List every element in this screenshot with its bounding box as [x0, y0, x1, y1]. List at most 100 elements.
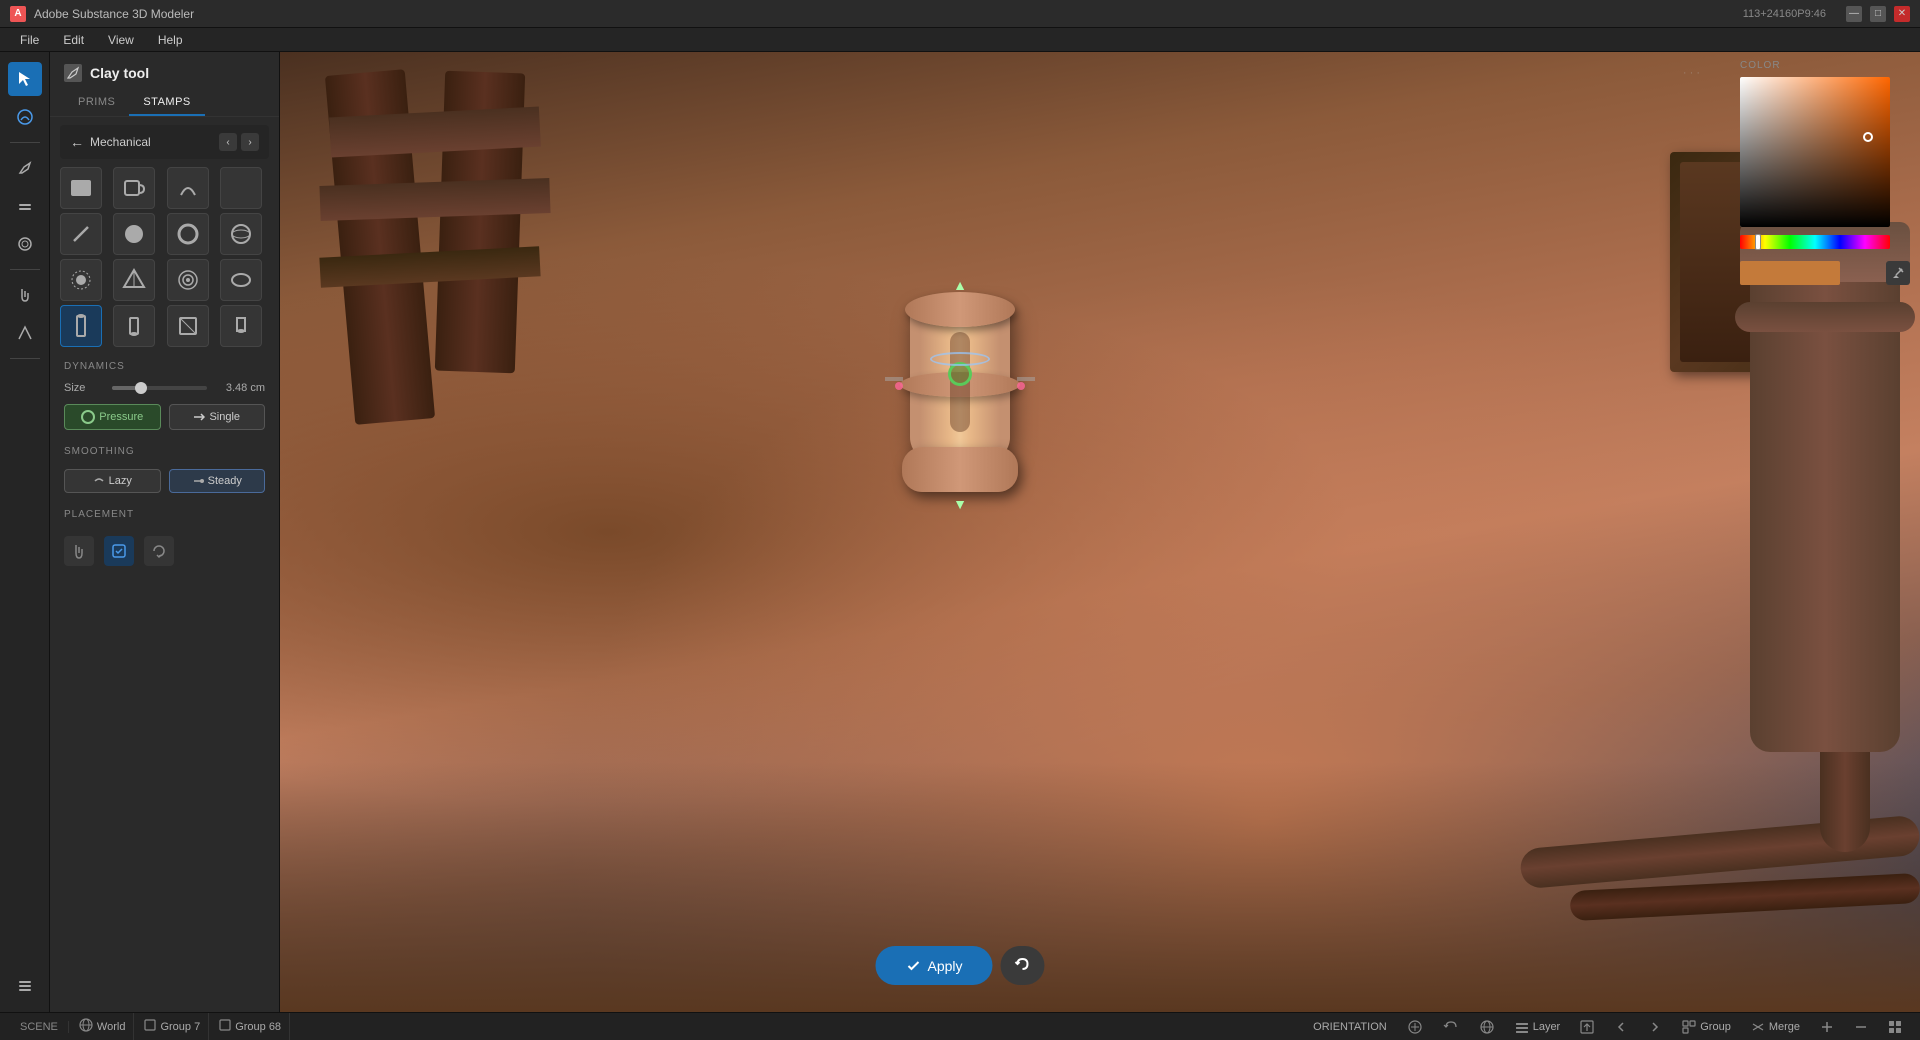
menubar: File Edit View Help — [0, 28, 1920, 52]
placement-header: PLACEMENT — [50, 499, 279, 526]
add-btn[interactable] — [1812, 1020, 1842, 1034]
pressure-button[interactable]: Pressure — [64, 404, 161, 430]
tool-clay[interactable] — [8, 100, 42, 134]
size-value: 3.48 cm — [215, 382, 265, 394]
menu-view[interactable]: View — [96, 28, 146, 51]
stamp-sphere[interactable] — [220, 213, 262, 255]
stamp-cone[interactable] — [220, 305, 262, 347]
stamp-target[interactable] — [167, 259, 209, 301]
world-view-btn[interactable] — [1471, 1019, 1503, 1035]
size-slider[interactable] — [112, 386, 207, 390]
color-panel: COLOR — [1740, 60, 1910, 285]
color-gradient-area[interactable] — [1740, 77, 1890, 227]
lazy-icon — [93, 475, 105, 487]
stamp-curve[interactable] — [167, 167, 209, 209]
color-cursor[interactable] — [1863, 132, 1873, 142]
lazy-button[interactable]: Lazy — [64, 469, 161, 493]
group-label: Group — [1700, 1021, 1731, 1033]
merge-btn[interactable]: Merge — [1743, 1020, 1808, 1034]
stamp-rect-outline[interactable] — [167, 305, 209, 347]
hue-cursor[interactable] — [1755, 234, 1761, 250]
layer-btn[interactable]: Layer — [1507, 1020, 1569, 1034]
stamp-crescent[interactable] — [220, 167, 262, 209]
undo-button[interactable] — [1001, 946, 1045, 985]
menu-edit[interactable]: Edit — [51, 28, 96, 51]
statusbar: SCENE World Group 7 Group 68 ORIENTATION — [0, 1012, 1920, 1040]
stamp-oval[interactable] — [220, 259, 262, 301]
tool-smooth[interactable] — [8, 227, 42, 261]
smoothing-buttons: Lazy Steady — [50, 463, 279, 499]
tool-paint[interactable] — [8, 151, 42, 185]
titlebar: A Adobe Substance 3D Modeler 113+24160P9… — [0, 0, 1920, 28]
scene-wood-left — [280, 52, 680, 452]
left-toolbar — [0, 52, 50, 1012]
app-icon: A — [10, 6, 26, 22]
statusbar-world[interactable]: World — [71, 1013, 135, 1040]
category-name: Mechanical — [90, 135, 151, 149]
eyedropper-button[interactable] — [1886, 261, 1910, 285]
reset-orientation-btn[interactable] — [1435, 1019, 1467, 1035]
stamp-mug[interactable] — [113, 167, 155, 209]
menu-file[interactable]: File — [8, 28, 51, 51]
single-button[interactable]: Single — [169, 404, 266, 430]
minimize-button[interactable]: — — [1846, 6, 1862, 22]
statusbar-group68[interactable]: Group 68 — [211, 1013, 290, 1040]
smoothing-title: SMOOTHING — [50, 436, 279, 463]
tab-stamps[interactable]: STAMPS — [129, 90, 204, 116]
tool-select[interactable] — [8, 62, 42, 96]
tool-crease[interactable] — [8, 316, 42, 350]
single-label: Single — [209, 411, 240, 423]
stamp-ball[interactable] — [113, 213, 155, 255]
tool-icon — [64, 64, 82, 82]
stamps-prev[interactable]: ‹ — [219, 133, 237, 151]
world-label: World — [97, 1021, 126, 1033]
export-btn[interactable] — [1572, 1020, 1602, 1034]
stamp-ring[interactable] — [167, 213, 209, 255]
maximize-button[interactable]: □ — [1870, 6, 1886, 22]
toolbar-divider-1 — [10, 142, 40, 143]
lazy-label: Lazy — [109, 475, 132, 487]
world-icon — [79, 1018, 93, 1035]
placement-title: PLACEMENT — [64, 509, 134, 520]
subtract-btn[interactable] — [1846, 1020, 1876, 1034]
stamp-slash[interactable] — [60, 213, 102, 255]
steady-button[interactable]: Steady — [169, 469, 266, 493]
stamps-arrows: ‹ › — [219, 133, 259, 151]
stamps-next[interactable]: › — [241, 133, 259, 151]
stamp-cylinder[interactable] — [113, 305, 155, 347]
stamp-facet[interactable] — [113, 259, 155, 301]
coords-display: 113+24160P9:46 — [1743, 8, 1826, 20]
stamps-category: ← Mechanical — [70, 134, 219, 150]
close-button[interactable]: ✕ — [1894, 6, 1910, 22]
placement-hand[interactable] — [64, 536, 94, 566]
menu-help[interactable]: Help — [146, 28, 195, 51]
statusbar-right: ORIENTATION Layer Group Merge — [1305, 1019, 1910, 1035]
hue-slider[interactable] — [1740, 235, 1890, 249]
pressure-label: Pressure — [99, 411, 143, 423]
orientation-btn[interactable] — [1399, 1019, 1431, 1035]
group7-icon — [144, 1019, 156, 1034]
clay-object: ▲ ▼ — [900, 272, 1020, 492]
color-swatch-row — [1740, 255, 1910, 285]
placement-row — [50, 526, 279, 576]
back-icon[interactable]: ← — [70, 134, 84, 150]
stamp-dot[interactable] — [60, 259, 102, 301]
group-btn[interactable]: Group — [1674, 1020, 1739, 1034]
stamp-flat-rect[interactable] — [60, 167, 102, 209]
viewport-canvas: ▲ ▼ · · · — [280, 52, 1920, 1012]
stamp-tube-active[interactable] — [60, 305, 102, 347]
statusbar-group7[interactable]: Group 7 — [136, 1013, 209, 1040]
prev-btn[interactable] — [1606, 1020, 1636, 1034]
viewport[interactable]: ▲ ▼ · · · — [280, 52, 1920, 1012]
tab-prims[interactable]: PRIMS — [64, 90, 129, 116]
next-btn[interactable] — [1640, 1020, 1670, 1034]
apply-button[interactable]: Apply — [875, 946, 992, 985]
grid-btn[interactable] — [1880, 1020, 1910, 1034]
size-thumb[interactable] — [135, 382, 147, 394]
tool-flatten[interactable] — [8, 189, 42, 223]
placement-rotate[interactable] — [144, 536, 174, 566]
tool-layers[interactable] — [8, 968, 42, 1002]
placement-stamp[interactable] — [104, 536, 134, 566]
size-slider-row: Size 3.48 cm — [50, 378, 279, 398]
tool-grab[interactable] — [8, 278, 42, 312]
